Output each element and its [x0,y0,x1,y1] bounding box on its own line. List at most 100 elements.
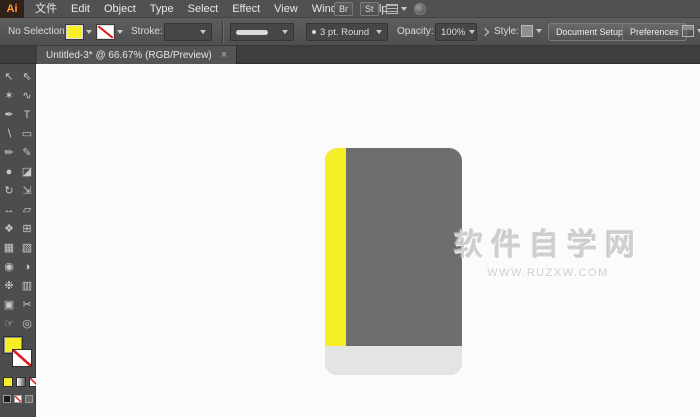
eyedropper-tool-icon: ◉ [4,261,14,273]
cs-live-icon[interactable] [413,3,426,15]
width-tool-icon: ↔ [3,203,15,216]
brush-definition-dropdown[interactable] [230,23,294,41]
style-label: Style: [494,26,520,37]
chevron-down-icon [536,29,542,33]
control-bar: No Selection Stroke: 3 pt. Round Opacity… [0,18,700,46]
document-setup-button[interactable]: Document Setup [548,23,632,41]
blend-tool-icon: ◑ [23,260,31,273]
color-mode-buttons [3,377,39,387]
symbol-sprayer-tool-icon: ❉ [4,280,14,292]
perspective-grid-tool[interactable]: ⊞ [18,219,36,238]
eyedropper-tool[interactable]: ◉ [0,257,18,276]
stroke-width-dropdown[interactable] [164,23,212,41]
hand-tool-icon: ☞ [4,318,14,330]
pen-tool[interactable]: ✒ [0,105,18,124]
variable-width-profile-dropdown[interactable]: 3 pt. Round [306,23,388,41]
blend-tool[interactable]: ◑ [18,257,36,276]
slice-tool-icon: ✂ [22,299,32,311]
rotate-tool[interactable]: ↻ [0,181,18,200]
menu-item-view[interactable]: View [267,0,305,18]
stroke-color-control[interactable] [97,25,123,39]
paintbrush-tool-icon: ✏ [4,147,14,159]
magic-wand-tool[interactable]: ✶ [0,86,18,105]
watermark-text: 软件自学网 [453,229,643,262]
artboard-canvas[interactable]: 软件自学网 WWW.RUZXW.COM [36,64,700,417]
gradient-tool[interactable]: ▧ [18,238,36,257]
document-tab-title: Untitled-3* @ 66.67% (RGB/Preview) [46,49,212,61]
swap-none-icon[interactable] [14,395,22,403]
chevron-down-icon [400,7,407,11]
style-swatch-icon [521,25,533,37]
symbol-sprayer-tool[interactable]: ❉ [0,276,18,295]
chevron-down-icon [86,30,92,34]
zoom-tool-icon: ◎ [22,318,32,330]
stroke-indicator[interactable] [12,349,32,367]
line-segment-tool-icon: ∖ [5,128,13,140]
hand-tool[interactable]: ☞ [0,314,18,333]
eraser-tool[interactable]: ◪ [18,162,36,181]
lasso-tool-icon: ∿ [22,90,32,102]
document-tab[interactable]: Untitled-3* @ 66.67% (RGB/Preview) × [37,46,238,64]
menu-bar: Ai 文件 Edit Object Type Select Effect View Windo… [0,0,700,18]
line-segment-tool[interactable]: ∖ [0,124,18,143]
book-spine-shape[interactable] [325,148,346,346]
graph-tool[interactable]: ▥ [18,276,36,295]
stroke-none-swatch [97,25,114,39]
menu-item-type[interactable]: Type [143,0,181,18]
pencil-tool[interactable]: ✎ [18,143,36,162]
fill-color-control[interactable] [66,25,92,39]
eraser-tool-icon: ◪ [21,166,33,178]
stock-button[interactable]: St [360,2,379,16]
color-button[interactable] [3,377,13,387]
paintbrush-tool[interactable]: ✏ [0,143,18,162]
brush-dot-icon [312,30,316,34]
opacity-dropdown[interactable]: 100% [435,23,477,41]
blob-brush-tool[interactable]: ● [0,162,18,181]
close-icon[interactable]: × [221,50,227,61]
opacity-value: 100% [441,26,466,38]
menu-item-object[interactable]: Object [97,0,143,18]
mesh-tool[interactable]: ▦ [0,238,18,257]
rectangle-tool[interactable]: ▭ [18,124,36,143]
scale-tool[interactable]: ⇲ [18,181,36,200]
shape-builder-tool[interactable]: ❖ [0,219,18,238]
panel-options-control[interactable] [682,25,700,37]
app-logo-icon[interactable]: Ai [0,0,24,18]
selection-tool[interactable]: ↖ [0,67,18,86]
width-tool[interactable]: ↔ [0,200,18,219]
panel-icon [682,25,694,37]
menu-item-edit[interactable]: Edit [64,0,97,18]
menu-item-file[interactable]: 文件 [28,0,64,18]
chevron-down-icon [282,30,288,34]
workspace-icon [385,4,398,14]
slice-tool[interactable]: ✂ [18,295,36,314]
chevron-down-icon [376,30,382,34]
direct-selection-tool[interactable]: ⇖ [18,67,36,86]
menu-item-select[interactable]: Select [181,0,226,18]
divider [222,21,223,43]
selection-tool-icon: ↖ [4,71,14,83]
brush-value: 3 pt. Round [320,26,370,38]
preferences-button[interactable]: Preferences [622,23,687,41]
book-bottom-shape[interactable] [325,346,462,375]
pencil-tool-icon: ✎ [22,147,32,159]
watermark: 软件自学网 WWW.RUZXW.COM [428,220,668,279]
default-fill-stroke-icon[interactable] [3,395,11,403]
style-dropdown[interactable] [521,25,542,37]
draw-normal-icon[interactable] [25,395,33,403]
zoom-tool[interactable]: ◎ [18,314,36,333]
gradient-button[interactable] [16,377,26,387]
rotate-tool-icon: ↻ [4,185,14,197]
shape-builder-tool-icon: ❖ [4,223,14,235]
tab-bar: Untitled-3* @ 66.67% (RGB/Preview) × [0,46,700,64]
workspace-switcher[interactable] [385,4,407,14]
selection-status: No Selection [8,26,65,37]
type-tool[interactable]: T [18,105,36,124]
menu-item-effect[interactable]: Effect [225,0,267,18]
bridge-button[interactable]: Br [334,2,353,16]
pen-tool-icon: ✒ [4,109,14,121]
expand-chevron-icon[interactable] [480,27,490,37]
artboard-tool[interactable]: ▣ [0,295,18,314]
lasso-tool[interactable]: ∿ [18,86,36,105]
free-transform-tool[interactable]: ▱ [18,200,36,219]
